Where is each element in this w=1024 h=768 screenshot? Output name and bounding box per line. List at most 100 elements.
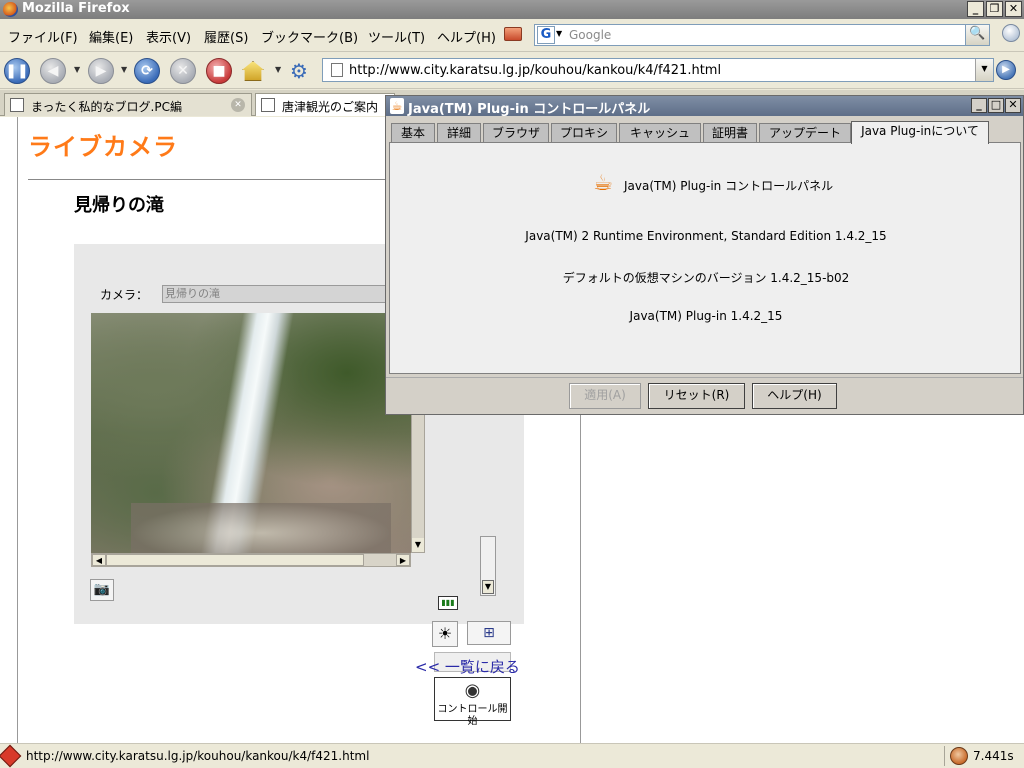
camera-title: 見帰りの滝 [74,195,164,216]
url-input[interactable]: http://www.city.karatsu.lg.jp/kouhou/kan… [349,63,721,78]
close-tab-icon[interactable]: ✕ [231,98,245,112]
dialog-close-button[interactable]: ✕ [1005,98,1021,113]
java-logo-icon: ☕ [593,171,613,196]
back-button[interactable]: ◀ [40,58,66,84]
menu-view[interactable]: 表示(V) [146,27,191,46]
menu-edit[interactable]: 編集(E) [89,27,133,46]
menu-help[interactable]: ヘルプ(H) [437,27,496,46]
java-control-panel-dialog: ☕ Java(TM) Plug-in コントロールパネル _ □ ✕ 基本 詳細… [385,95,1024,415]
url-history-dropdown-icon[interactable]: ▼ [975,59,993,81]
scroll-down-icon[interactable]: ▼ [412,538,424,552]
bug-icon[interactable] [0,744,22,768]
camera-select[interactable]: 見帰りの滝 [162,285,402,303]
fasterfox-icon[interactable] [950,747,968,765]
start-control-label: コントロール開始 [437,704,508,727]
home-dropdown-icon[interactable]: ▼ [275,65,281,74]
minimize-button[interactable]: _ [967,1,984,17]
menu-history[interactable]: 履歴(S) [204,27,248,46]
forward-history-icon[interactable]: ▼ [121,65,127,74]
scroll-left-icon[interactable]: ◀ [92,554,106,566]
tab-advanced[interactable]: 詳細 [437,123,481,143]
camera-label: カメラ： [100,288,149,302]
divider [944,746,945,766]
dialog-tabs: 基本 詳細 ブラウザ プロキシ キャッシュ 証明書 アップデート Java Pl… [389,121,1021,144]
reload-button[interactable]: ⟳ [134,58,160,84]
dialog-minimize-button[interactable]: _ [971,98,987,113]
dialog-controls: _ □ ✕ [971,98,1021,113]
signal-icon: ▮▮▮ [438,596,458,610]
runtime-version: Java(TM) 2 Runtime Environment, Standard… [525,229,887,243]
scroll-thumb[interactable] [106,554,364,566]
apply-button[interactable]: 適用(A) [569,383,641,409]
zoom-slider[interactable]: ▼ [480,536,496,596]
search-button[interactable]: 🔍 [965,25,989,45]
rocks-area [131,503,391,553]
dialog-title: Java(TM) Plug-in コントロールパネル [408,102,651,117]
navigation-toolbar: ❚❚ ◀ ▼ ▶ ▼ ⟳ ✕ ■ ▼ ⚙ http://www.city.kar… [0,53,1024,89]
tab-cache[interactable]: キャッシュ [619,123,701,143]
start-control-button[interactable]: ◉ コントロール開始 [434,677,511,727]
firefox-icon [3,2,18,17]
home-alt-button[interactable]: ■ [206,58,232,84]
window-titlebar: Mozilla Firefox _ ❐ ✕ [0,0,1024,19]
camera-icon[interactable]: 📷 [90,579,114,601]
restore-button[interactable]: ❐ [986,1,1003,17]
back-history-icon[interactable]: ▼ [74,65,80,74]
scroll-right-icon[interactable]: ▶ [396,554,410,566]
slider-down-icon[interactable]: ▼ [482,580,494,594]
sidebar-toggle-icon[interactable]: ❚❚ [4,58,30,84]
page-icon [261,98,275,112]
forward-button[interactable]: ▶ [88,58,114,84]
reset-button[interactable]: リセット(R) [648,383,745,409]
tab-karatsu[interactable]: 唐津観光のご案内 [255,93,395,116]
status-text: http://www.city.karatsu.lg.jp/kouhou/kan… [26,749,370,763]
window-title: Mozilla Firefox [22,1,130,16]
about-panel: ☕ Java(TM) Plug-in コントロールパネル Java(TM) 2 … [389,142,1021,374]
back-to-list-link[interactable]: << 一覧に戻る [415,656,520,677]
status-bar: http://www.city.karatsu.lg.jp/kouhou/kan… [0,743,1024,768]
close-button[interactable]: ✕ [1005,1,1022,17]
pan-icon[interactable]: ⊞ [467,621,511,645]
tab-update[interactable]: アップデート [759,123,851,143]
tab-certificates[interactable]: 証明書 [703,123,757,143]
dialog-maximize-button[interactable]: □ [988,98,1004,113]
gear-icon[interactable]: ⚙ [290,60,308,82]
go-button[interactable]: ▶ [996,60,1016,80]
menu-bookmarks[interactable]: ブックマーク(B) [261,27,358,46]
tab-label: 唐津観光のご案内 [282,100,379,114]
tab-label: まったく私的なブログ.PC編 [31,100,182,114]
webcam-icon: ◉ [464,680,481,701]
backlight-icon[interactable]: ☀ [432,621,458,647]
dialog-titlebar: ☕ Java(TM) Plug-in コントロールパネル _ □ ✕ [386,96,1023,117]
tab-about[interactable]: Java Plug-inについて [851,121,989,144]
tab-browser[interactable]: ブラウザ [483,123,549,143]
globe-icon[interactable] [1002,24,1020,42]
page-title: ライブカメラ [28,133,178,161]
divider [17,117,18,743]
plugin-version: Java(TM) Plug-in 1.4.2_15 [629,309,783,323]
stop-button[interactable]: ✕ [170,58,196,84]
menu-file[interactable]: ファイル(F) [8,27,78,46]
search-input[interactable]: Google [569,28,611,42]
help-button[interactable]: ヘルプ(H) [752,383,837,409]
vm-version: デフォルトの仮想マシンのバージョン 1.4.2_15-b02 [562,271,850,285]
about-header: ☕ Java(TM) Plug-in コントロールパネル [590,169,850,201]
search-box[interactable]: G ▼ Google 🔍 [534,24,990,46]
feed-icon[interactable] [504,27,522,41]
horizontal-scrollbar[interactable]: ◀ ▶ [91,553,411,567]
about-title: Java(TM) Plug-in コントロールパネル [624,179,834,193]
home-icon[interactable] [242,61,264,81]
camera-image [91,313,411,553]
address-bar[interactable]: http://www.city.karatsu.lg.jp/kouhou/kan… [322,58,994,82]
engine-dropdown-icon[interactable]: ▼ [556,29,562,38]
google-icon[interactable]: G [537,26,555,44]
tab-basic[interactable]: 基本 [391,123,435,143]
window-controls: _ ❐ ✕ [967,1,1022,17]
java-icon: ☕ [390,98,404,114]
menu-tools[interactable]: ツール(T) [368,27,425,46]
tab-proxy[interactable]: プロキシ [551,123,617,143]
load-time: 7.441s [973,749,1014,763]
tab-blog[interactable]: まったく私的なブログ.PC編 ✕ [4,93,252,116]
page-icon [331,63,343,77]
page-icon [10,98,24,112]
